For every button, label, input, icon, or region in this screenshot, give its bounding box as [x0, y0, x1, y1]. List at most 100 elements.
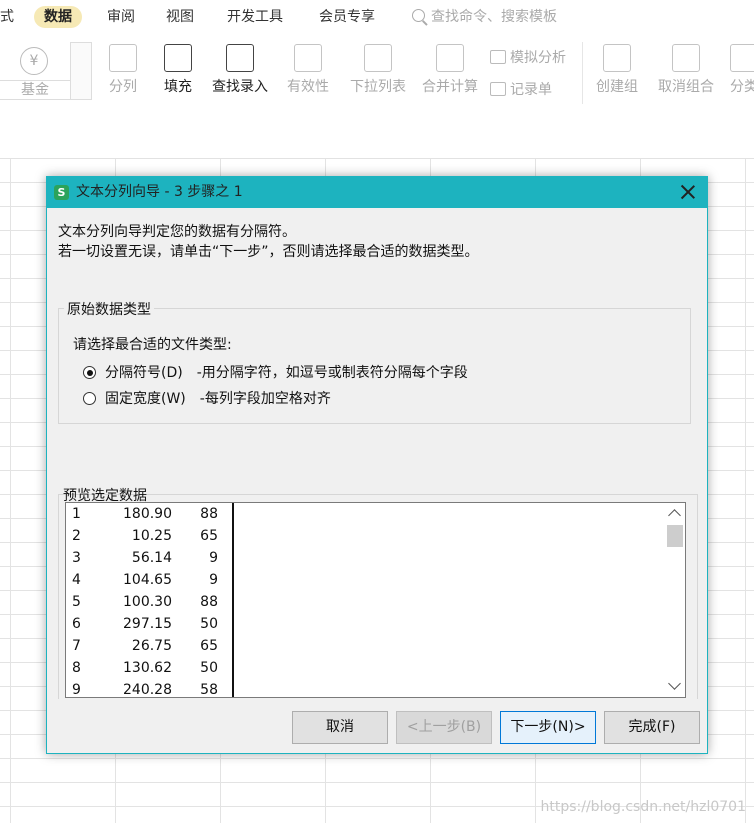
number-format-box[interactable]: 基金: [0, 80, 71, 100]
merge-calc-label: 合并计算: [422, 79, 478, 95]
split-icon: [109, 44, 137, 72]
back-button[interactable]: <上一步(B): [396, 711, 492, 744]
format-spinner[interactable]: [70, 42, 92, 100]
create-group-button[interactable]: 创建组: [592, 44, 642, 96]
record-form-button[interactable]: 记录单: [490, 79, 552, 99]
preview-cell: 50: [200, 660, 218, 676]
simulate-analysis-button[interactable]: 模拟分析: [490, 47, 566, 67]
create-group-label: 创建组: [596, 79, 638, 95]
row-number: 4: [72, 572, 81, 588]
watermark: https://blog.csdn.net/hzl0701: [540, 799, 747, 815]
row-number: 2: [72, 528, 81, 544]
option-delimited[interactable]: 分隔符号(D) -用分隔字符，如逗号或制表符分隔每个字段: [83, 363, 468, 383]
delimited-description: -用分隔字符，如逗号或制表符分隔每个字段: [196, 365, 468, 381]
validity-button[interactable]: 有效性: [280, 44, 336, 96]
find-entry-button[interactable]: 查找录入: [208, 44, 272, 96]
dialog-title: 文本分列向导 - 3 步骤之 1: [76, 184, 243, 200]
create-group-icon: [603, 44, 631, 72]
preview-cell: 88: [200, 506, 218, 522]
column-break-line[interactable]: [232, 503, 234, 697]
row-number: 8: [72, 660, 81, 676]
menu-view[interactable]: 视图: [166, 6, 194, 28]
delimited-label: 分隔符号(D): [105, 365, 183, 381]
delimited-radio[interactable]: [83, 366, 96, 379]
subtotal-icon: [730, 44, 754, 72]
find-entry-label: 查找录入: [212, 79, 268, 95]
record-icon: [490, 82, 506, 96]
menu-bar: 式 数据 审阅 视图 开发工具 会员专享 查找命令、搜索模板: [0, 0, 754, 34]
dropdown-list-icon: [364, 44, 392, 72]
fixed-width-radio[interactable]: [83, 392, 96, 405]
command-search[interactable]: 查找命令、搜索模板: [412, 6, 557, 28]
preview-cell: 9: [209, 550, 218, 566]
close-icon[interactable]: [679, 183, 697, 201]
upload-icon: [226, 44, 254, 72]
row-number: 9: [72, 682, 81, 698]
preview-cell: 104.65: [123, 572, 172, 588]
dialog-titlebar[interactable]: S 文本分列向导 - 3 步骤之 1: [47, 177, 707, 208]
row-number: 1: [72, 506, 81, 522]
ribbon-divider: [582, 42, 583, 104]
preview-cell: 26.75: [131, 638, 172, 654]
scroll-down-icon[interactable]: [668, 677, 681, 690]
preview-scrollbar[interactable]: [665, 503, 685, 697]
simulate-icon: [490, 50, 506, 64]
fixed-width-description: -每列字段加空格对齐: [199, 391, 331, 407]
option-fixed-width[interactable]: 固定宽度(W) -每列字段加空格对齐: [83, 389, 331, 409]
data-preview[interactable]: 1 180.90 88 2 10.25 65 3 56.14 9 4 104.65 9 5 100…: [65, 502, 686, 698]
preview-cell: 100.30: [123, 594, 172, 610]
dropdown-list-button[interactable]: 下拉列表: [346, 44, 410, 96]
fill-label: 填充: [164, 79, 192, 95]
search-icon: [412, 9, 425, 22]
preview-cell: 297.15: [123, 616, 172, 632]
preview-cell: 58: [200, 682, 218, 698]
preview-cell: 88: [200, 594, 218, 610]
ungroup-icon: [672, 44, 700, 72]
subtotal-label: 分类: [730, 79, 754, 95]
dialog-description-line1: 文本分列向导判定您的数据有分隔符。: [58, 224, 296, 240]
row-number: 7: [72, 638, 81, 654]
text-to-columns-dialog: S 文本分列向导 - 3 步骤之 1 文本分列向导判定您的数据有分隔符。 若一切…: [46, 176, 708, 754]
dialog-description-line2: 若一切设置无误，请单击“下一步”，否则请选择最合适的数据类型。: [58, 244, 479, 260]
next-button[interactable]: 下一步(N)>: [500, 711, 596, 744]
scroll-thumb[interactable]: [667, 525, 683, 547]
formula-bar: [0, 110, 754, 129]
finish-button[interactable]: 完成(F): [604, 711, 700, 744]
menu-developer-tools[interactable]: 开发工具: [227, 6, 283, 28]
preview-cell: 9: [209, 572, 218, 588]
preview-cell: 10.25: [131, 528, 172, 544]
file-type-prompt: 请选择最合适的文件类型:: [73, 337, 232, 353]
record-label: 记录单: [510, 82, 552, 98]
preview-cell: 240.28: [123, 682, 172, 698]
preview-cell: 180.90: [123, 506, 172, 522]
preview-cell: 65: [200, 528, 218, 544]
preview-cell: 50: [200, 616, 218, 632]
menu-data[interactable]: 数据: [34, 6, 82, 28]
menu-format[interactable]: 式: [0, 6, 14, 28]
split-label: 分列: [109, 79, 137, 95]
validity-label: 有效性: [287, 79, 329, 95]
cancel-button[interactable]: 取消: [292, 711, 388, 744]
column-header-row: [0, 128, 754, 159]
validity-icon: [294, 44, 322, 72]
preview-cell: 56.14: [131, 550, 172, 566]
currency-icon: ¥: [20, 47, 48, 75]
fill-button[interactable]: 填充: [156, 44, 200, 96]
merge-calc-icon: [436, 44, 464, 72]
row-number: 5: [72, 594, 81, 610]
fill-down-icon: [164, 44, 192, 72]
subtotal-button[interactable]: 分类: [730, 44, 754, 96]
ungroup-button[interactable]: 取消组合: [650, 44, 722, 96]
fixed-width-label: 固定宽度(W): [105, 391, 186, 407]
menu-review[interactable]: 审阅: [107, 6, 135, 28]
ungroup-label: 取消组合: [658, 79, 714, 95]
split-button[interactable]: 分列: [104, 44, 142, 96]
preview-cell: 130.62: [123, 660, 172, 676]
merge-calc-button[interactable]: 合并计算: [418, 44, 482, 96]
preview-cell: 65: [200, 638, 218, 654]
simulate-label: 模拟分析: [510, 50, 566, 66]
wps-spreadsheet-icon: S: [54, 185, 69, 200]
menu-member[interactable]: 会员专享: [319, 6, 375, 28]
group-title: 原始数据类型: [64, 299, 154, 319]
scroll-up-icon[interactable]: [668, 509, 681, 522]
